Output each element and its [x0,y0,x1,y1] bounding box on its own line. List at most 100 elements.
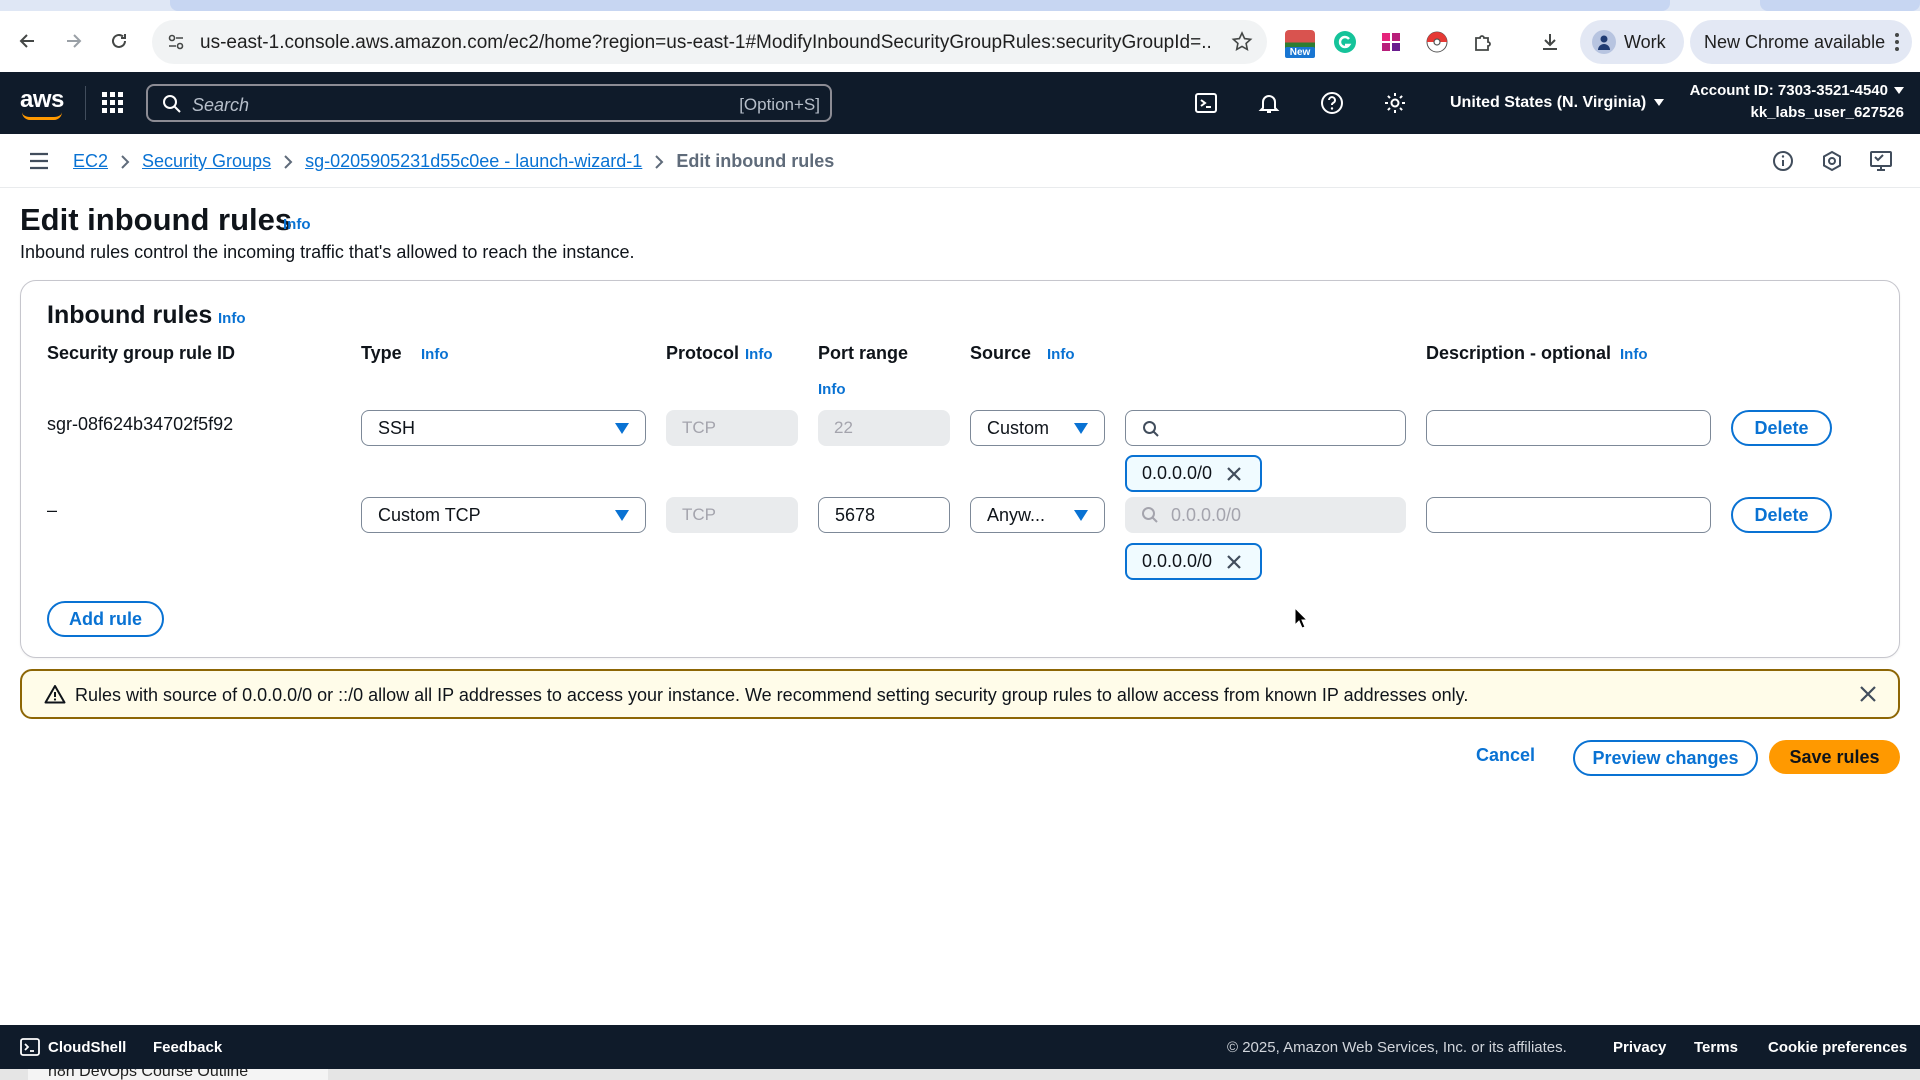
notifications-bell-icon[interactable] [1257,91,1281,115]
search-icon [1141,506,1159,524]
settings-gear-icon[interactable] [1383,91,1407,115]
caret-down-icon [1654,99,1665,107]
source-cidr-search: 0.0.0.0/0 [1125,497,1406,533]
reload-icon[interactable] [104,26,134,56]
address-bar[interactable]: us-east-1.console.aws.amazon.com/ec2/hom… [152,20,1267,64]
background-window-strip: n8n DevOps Course Outline [0,1069,1920,1080]
description-field[interactable] [1426,497,1711,533]
browser-tab[interactable] [1760,0,1920,11]
port-range-field: 22 [818,410,950,446]
feedback-screen-icon[interactable] [1869,150,1893,172]
terms-link[interactable]: Terms [1694,1039,1738,1056]
protocol-info-link[interactable]: Info [745,346,773,363]
account-caret-icon [1894,87,1904,94]
source-cidr-token: 0.0.0.0/0 [1125,455,1262,492]
breadcrumb: EC2 Security Groups sg-0205905231d55c0ee… [73,151,834,172]
security-shield-icon[interactable] [1821,150,1843,172]
description-field[interactable] [1426,410,1711,446]
account-menu[interactable]: Account ID: 7303-3521-4540 kk_labs_user_… [1690,80,1904,124]
protocol-field: TCP [666,497,798,533]
console-footer: CloudShell Feedback © 2025, Amazon Web S… [0,1025,1920,1069]
back-icon[interactable] [13,26,43,56]
chevron-right-icon [283,154,293,170]
breadcrumb-ec2[interactable]: EC2 [73,151,108,172]
info-panel-icon[interactable] [1772,150,1794,172]
caret-down-icon [1074,423,1088,434]
region-selector[interactable]: United States (N. Virginia) [1450,94,1665,112]
breadcrumb-bar: EC2 Security Groups sg-0205905231d55c0ee… [0,134,1920,188]
preview-changes-button[interactable]: Preview changes [1573,740,1758,776]
source-type-select[interactable]: Anyw... [970,497,1105,533]
search-icon [1142,420,1160,438]
side-nav-menu-icon[interactable] [28,151,50,171]
panel-title: Inbound rules [47,301,213,329]
page-description: Inbound rules control the incoming traff… [20,242,635,262]
extension-grid-icon[interactable] [1376,27,1406,57]
source-type-value: Custom [987,417,1050,438]
type-value: SSH [378,417,416,438]
close-icon[interactable] [1858,684,1878,704]
type-info-link[interactable]: Info [421,346,449,363]
save-rules-button[interactable]: Save rules [1769,740,1900,774]
port-range-input[interactable]: 5678 [818,497,950,533]
type-select[interactable]: SSH [361,410,646,446]
source-type-value: Anyw... [987,504,1046,525]
cancel-button[interactable]: Cancel [1476,745,1535,766]
source-type-select[interactable]: Custom [970,410,1105,446]
extensions-puzzle-icon[interactable] [1468,27,1498,57]
tab-strip [0,0,1920,11]
type-value: Custom TCP [378,504,481,525]
cloudshell-button[interactable]: CloudShell [20,1038,126,1056]
services-grid-icon[interactable] [100,90,126,116]
col-header-port-range: Port range [818,343,909,363]
aws-search-input[interactable]: Search [Option+S] [146,84,832,122]
cloudshell-icon[interactable] [1194,91,1218,115]
close-icon[interactable] [1226,466,1242,482]
page-title: Edit inbound rules [20,202,293,237]
source-cidr-search[interactable] [1125,410,1406,446]
breadcrumb-security-groups[interactable]: Security Groups [142,151,271,172]
aws-logo[interactable]: aws [20,86,64,120]
port-range-info-link[interactable]: Info [818,381,846,398]
delete-rule-button[interactable]: Delete [1731,497,1832,533]
search-icon [162,94,182,114]
feedback-link[interactable]: Feedback [153,1039,222,1056]
copyright-text: © 2025, Amazon Web Services, Inc. or its… [1227,1039,1567,1056]
aws-smile-icon [22,112,62,120]
grammarly-icon[interactable] [1330,27,1360,57]
col-header-rule-id: Security group rule ID [47,343,236,363]
help-icon[interactable] [1320,91,1344,115]
caret-down-icon [1074,510,1088,521]
description-info-link[interactable]: Info [1620,346,1648,363]
site-settings-icon[interactable] [166,32,186,52]
bookmark-star-icon[interactable] [1231,31,1253,53]
col-header-source: Source [970,343,1032,363]
panel-info-link[interactable]: Info [218,310,246,327]
downloads-icon[interactable] [1535,27,1565,57]
url-text[interactable]: us-east-1.console.aws.amazon.com/ec2/hom… [200,32,1210,54]
profile-label: Work [1624,31,1666,52]
background-tab-label: n8n DevOps Course Outline [48,1069,249,1080]
kebab-menu-icon[interactable] [1894,32,1900,52]
active-tab[interactable] [170,0,1670,11]
chrome-update-button[interactable]: New Chrome available [1690,20,1912,64]
extension-new-icon[interactable]: New [1285,30,1315,58]
update-label: New Chrome available [1704,31,1886,52]
delete-rule-button[interactable]: Delete [1731,410,1832,446]
source-cidr-token: 0.0.0.0/0 [1125,543,1262,580]
region-label: United States (N. Virginia) [1450,94,1647,111]
cookie-preferences-link[interactable]: Cookie preferences [1768,1039,1907,1056]
breadcrumb-security-group[interactable]: sg-0205905231d55c0ee - launch-wizard-1 [305,151,642,172]
source-info-link[interactable]: Info [1047,346,1075,363]
profile-button[interactable]: Work [1580,20,1684,64]
privacy-link[interactable]: Privacy [1613,1039,1666,1056]
pokeball-extension-icon[interactable] [1422,27,1452,57]
forward-icon[interactable] [58,26,88,56]
col-header-type: Type [361,343,402,363]
type-select[interactable]: Custom TCP [361,497,646,533]
page-info-link[interactable]: Info [283,216,311,233]
aws-top-nav: aws Search [Option+S] United States (N. … [0,72,1920,134]
col-header-description: Description - optional [1426,343,1612,363]
add-rule-button[interactable]: Add rule [47,601,164,637]
close-icon[interactable] [1226,554,1242,570]
